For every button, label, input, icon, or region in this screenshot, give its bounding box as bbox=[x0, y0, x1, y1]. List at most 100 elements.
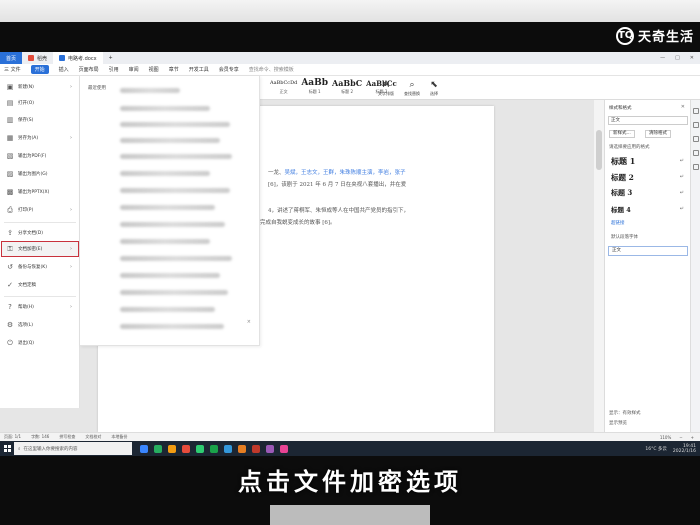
recent-file-row[interactable] bbox=[120, 290, 228, 295]
app-icon[interactable] bbox=[196, 444, 204, 453]
start-button[interactable] bbox=[0, 441, 14, 456]
tab-review[interactable]: 审阅 bbox=[129, 66, 139, 73]
app-icon[interactable] bbox=[168, 444, 176, 453]
tab-layout[interactable]: 页面布局 bbox=[79, 66, 99, 73]
zoom-out-icon[interactable]: − bbox=[679, 435, 682, 440]
clear-format-button[interactable]: 清除格式 bbox=[645, 130, 671, 138]
spell-check[interactable]: 拼写检查 bbox=[59, 434, 75, 440]
zoom-level[interactable]: 110% bbox=[660, 435, 671, 440]
recent-file-row[interactable] bbox=[120, 154, 232, 159]
panel-icon[interactable] bbox=[693, 122, 699, 128]
weather[interactable]: 16°C 多云 bbox=[645, 446, 667, 452]
doc-cast-links[interactable]: 吴斌，王志文，王群，朱珠陈顺主演，李岩，张子 bbox=[285, 170, 406, 176]
tab-section[interactable]: 章节 bbox=[169, 66, 179, 73]
home-tab[interactable]: 首页 bbox=[0, 52, 22, 64]
style-heading-2[interactable]: AaBbC 标题 2 bbox=[332, 79, 362, 95]
recent-file-row[interactable] bbox=[120, 171, 210, 176]
tab-daoke[interactable]: 稻壳 bbox=[22, 52, 53, 64]
tab-reference[interactable]: 引用 bbox=[109, 66, 119, 73]
recent-file-row[interactable] bbox=[120, 256, 232, 261]
app-icon[interactable] bbox=[182, 444, 190, 453]
menu-item-save[interactable]: ▥ 保存(S) bbox=[2, 113, 78, 127]
recent-file-row[interactable] bbox=[120, 222, 225, 227]
app-icon[interactable] bbox=[210, 444, 218, 453]
command-search[interactable]: 查找命令、搜索模板 bbox=[249, 66, 294, 73]
style-item-hyperlink[interactable]: 超链接 bbox=[611, 220, 625, 226]
menu-item-save-as[interactable]: ▦ 另存为(A) › bbox=[2, 131, 78, 145]
panel-icon[interactable] bbox=[693, 136, 699, 142]
style-item-selected[interactable]: 正文 bbox=[608, 246, 688, 256]
maximize-icon[interactable]: □ bbox=[675, 55, 680, 61]
zoom-in-icon[interactable]: + bbox=[691, 435, 694, 440]
app-icon[interactable] bbox=[140, 444, 148, 453]
menu-item-options[interactable]: ⚙ 选项(L) bbox=[2, 318, 78, 332]
app-icon[interactable] bbox=[238, 444, 246, 453]
app-icon[interactable] bbox=[224, 444, 232, 453]
style-heading-1[interactable]: AaBb 标题 1 bbox=[301, 79, 328, 95]
recent-file-row[interactable] bbox=[120, 273, 220, 278]
app-icon[interactable] bbox=[280, 444, 288, 453]
style-item-heading-4[interactable]: 标题 4 bbox=[611, 204, 631, 214]
menu-item-share[interactable]: ⇪ 分享文档(D) bbox=[2, 226, 78, 240]
minimize-icon[interactable]: — bbox=[660, 55, 665, 61]
scroll-thumb[interactable] bbox=[596, 130, 602, 170]
recent-file-row[interactable] bbox=[120, 88, 180, 93]
style-item-heading-3[interactable]: 标题 3 bbox=[611, 188, 632, 198]
vertical-scrollbar[interactable] bbox=[594, 100, 604, 432]
current-style-field[interactable]: 正文 bbox=[608, 116, 688, 125]
menu-item-new[interactable]: ▣ 新建(N) › bbox=[2, 80, 78, 94]
clock[interactable]: 19:41 2022/1/16 bbox=[673, 444, 696, 454]
app-icon[interactable] bbox=[266, 444, 274, 453]
local-backup[interactable]: 本地备份 bbox=[111, 434, 127, 440]
tab-start[interactable]: 开始 bbox=[30, 65, 49, 74]
close-icon[interactable]: ✕ bbox=[681, 104, 685, 110]
recent-file-row[interactable] bbox=[120, 307, 215, 312]
menu-item-export-pptx[interactable]: ▩ 输出为PPTX(X) bbox=[2, 185, 78, 199]
preview-checkbox[interactable]: 显示预览 bbox=[609, 420, 627, 426]
style-normal[interactable]: AaBbCcDd 正文 bbox=[270, 79, 297, 95]
app-icon[interactable] bbox=[252, 444, 260, 453]
show-filter[interactable]: 显示：有效样式 bbox=[609, 410, 641, 416]
menu-item-export-image[interactable]: ▨ 输出为图片(G) bbox=[2, 167, 78, 181]
recent-file-row[interactable] bbox=[120, 239, 210, 244]
style-item-heading-2[interactable]: 标题 2 bbox=[611, 172, 634, 183]
tab-view[interactable]: 视图 bbox=[149, 66, 159, 73]
menu-item-exit[interactable]: ⏻ 退出(Q) bbox=[2, 336, 78, 350]
style-item-default-font[interactable]: 默认段落字体 bbox=[611, 234, 638, 240]
doc-proofread[interactable]: 文档校对 bbox=[85, 434, 101, 440]
recent-file-row[interactable] bbox=[120, 205, 215, 210]
word-count[interactable]: 字数: 146 bbox=[31, 434, 49, 440]
tab-developer[interactable]: 开发工具 bbox=[189, 66, 209, 73]
menu-item-help[interactable]: ? 帮助(H) › bbox=[2, 300, 78, 314]
new-tab-button[interactable]: + bbox=[103, 52, 119, 64]
tab-member[interactable]: 会员专享 bbox=[219, 66, 239, 73]
text-tools-button[interactable]: A 文字排版 bbox=[378, 80, 394, 97]
recent-file-row[interactable] bbox=[120, 324, 224, 329]
select-button[interactable]: ⬉ 选择 bbox=[430, 80, 438, 97]
menu-item-export-pdf[interactable]: ▧ 输出为PDF(F) bbox=[2, 149, 78, 163]
menu-item-backup[interactable]: ↺ 备份与恢复(K) › bbox=[2, 260, 78, 274]
recent-file-row[interactable] bbox=[120, 122, 230, 127]
panel-icon[interactable] bbox=[693, 150, 699, 156]
recent-file-row[interactable] bbox=[120, 138, 220, 143]
menu-item-print[interactable]: ⎙ 打印(P) › bbox=[2, 203, 78, 217]
app-icon[interactable] bbox=[154, 444, 162, 453]
tab-document[interactable]: 电路考.docx bbox=[53, 52, 103, 64]
close-icon[interactable]: ✕ bbox=[690, 55, 694, 61]
panel-icon[interactable] bbox=[693, 108, 699, 114]
menu-divider bbox=[4, 222, 76, 223]
file-menu-button[interactable]: 三 文件 bbox=[4, 66, 21, 73]
menu-item-finalize[interactable]: ✓ 文档定稿 bbox=[2, 278, 78, 292]
recent-file-row[interactable] bbox=[120, 106, 210, 111]
tab-insert[interactable]: 插入 bbox=[59, 66, 69, 73]
panel-icon[interactable] bbox=[693, 164, 699, 170]
close-icon[interactable]: × bbox=[247, 319, 251, 325]
menu-item-open[interactable]: ▤ 打开(O) bbox=[2, 96, 78, 110]
new-style-button[interactable]: 新样式... bbox=[609, 130, 635, 138]
menu-item-encrypt[interactable]: ⚿ 文档加密(E) › bbox=[1, 241, 79, 257]
style-item-heading-1[interactable]: 标题 1 bbox=[611, 156, 635, 167]
recent-file-row[interactable] bbox=[120, 188, 230, 193]
find-replace-button[interactable]: ⌕ 查找替换 bbox=[404, 80, 420, 97]
panel-subtitle: 请选择要应用的格式 bbox=[609, 145, 650, 150]
taskbar-search-input[interactable]: ⌕ 在这里输入你要搜索的内容 bbox=[14, 442, 132, 455]
